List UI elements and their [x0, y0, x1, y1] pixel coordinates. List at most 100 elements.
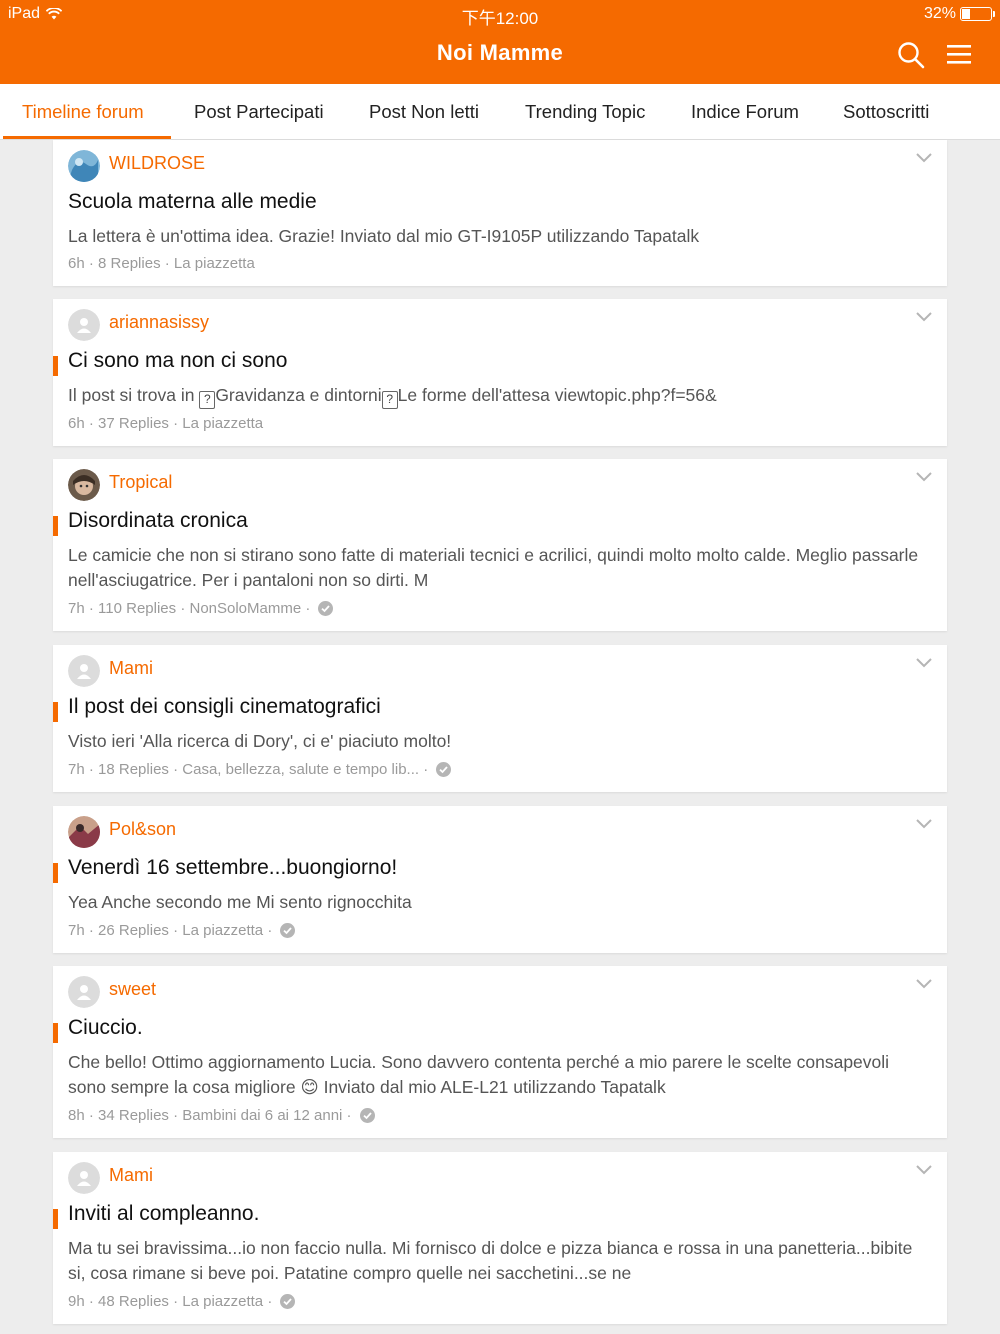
reply-count: 26 Replies — [98, 922, 169, 939]
app-header: iPad 下午12:00 32% Noi Mamme — [0, 0, 1000, 84]
unread-indicator — [53, 356, 58, 376]
tab-sottoscritti[interactable]: Sottoscritti — [843, 84, 929, 140]
post-title[interactable]: Venerdì 16 settembre...buongiorno! — [68, 856, 397, 880]
post-preview: Il post si trova in ? Gravidanza e dintor… — [68, 383, 928, 409]
unread-indicator — [53, 702, 58, 722]
post-preview: Visto ieri 'Alla ricerca di Dory', ci e'… — [68, 731, 452, 751]
status-time: 下午12:00 — [461, 9, 539, 28]
forum-name[interactable]: La piazzetta — [182, 922, 263, 939]
tab-timeline-forum[interactable]: Timeline forum — [22, 84, 144, 140]
post-author[interactable]: sweet — [109, 979, 156, 1000]
post-meta: 9h · 48 Replies · La piazzetta · — [68, 1293, 296, 1310]
post-author[interactable]: Tropical — [109, 472, 172, 493]
chevron-down-icon[interactable] — [915, 978, 933, 990]
reply-count: 37 Replies — [98, 415, 169, 432]
post-preview: La lettera è un'ottima idea. Grazie! Inv… — [68, 226, 700, 246]
post-card[interactable]: Mami Inviti al compleanno. Ma tu sei bra… — [53, 1152, 947, 1324]
smile-emoji-icon: 😊 — [300, 1077, 319, 1097]
post-meta: 7h · 110 Replies · NonSoloMamme · — [68, 600, 334, 617]
chevron-down-icon[interactable] — [915, 471, 933, 483]
chevron-down-icon[interactable] — [915, 657, 933, 669]
chevron-down-icon[interactable] — [915, 311, 933, 323]
forum-name[interactable]: Casa, bellezza, salute e tempo lib... — [182, 761, 419, 778]
unread-indicator — [53, 516, 58, 536]
forum-name[interactable]: La piazzetta — [182, 1293, 263, 1310]
tab-post-non-letti[interactable]: Post Non letti — [369, 84, 479, 140]
post-time: 9h — [68, 1293, 85, 1310]
post-author[interactable]: Pol&son — [109, 819, 176, 840]
checkmark-icon — [318, 601, 334, 616]
tab-indice-forum[interactable]: Indice Forum — [691, 84, 799, 140]
post-time: 6h — [68, 255, 85, 272]
post-meta: 7h · 18 Replies · Casa, bellezza, salute… — [68, 761, 452, 778]
post-author[interactable]: Mami — [109, 658, 153, 679]
post-author[interactable]: WILDROSE — [109, 153, 205, 174]
checkmark-icon — [359, 1108, 375, 1123]
post-title[interactable]: Inviti al compleanno. — [68, 1202, 259, 1226]
active-tab-indicator — [3, 136, 171, 139]
chevron-down-icon[interactable] — [915, 1164, 933, 1176]
post-time: 7h — [68, 600, 85, 617]
avatar-placeholder[interactable] — [68, 1162, 100, 1194]
search-icon[interactable] — [896, 40, 926, 70]
post-time: 6h — [68, 415, 85, 432]
post-meta: 6h · 8 Replies · La piazzetta — [68, 255, 255, 272]
checkmark-icon — [436, 762, 452, 777]
avatar-placeholder[interactable] — [68, 309, 100, 341]
forum-name[interactable]: La piazzetta — [182, 415, 263, 432]
post-preview: Yea Anche secondo me Mi sento rignocchit… — [68, 892, 412, 912]
reply-count: 8 Replies — [98, 255, 161, 272]
post-preview: Le camicie che non si stirano sono fatte… — [68, 545, 919, 590]
post-card[interactable]: Mami Il post dei consigli cinematografic… — [53, 645, 947, 792]
post-title[interactable]: Ciuccio. — [68, 1016, 143, 1040]
post-title[interactable]: Il post dei consigli cinematografici — [68, 695, 381, 719]
post-meta: 8h · 34 Replies · Bambini dai 6 ai 12 an… — [68, 1107, 375, 1124]
post-title[interactable]: Disordinata cronica — [68, 509, 248, 533]
post-card[interactable]: sweet Ciuccio. Che bello! Ottimo aggiorn… — [53, 966, 947, 1138]
avatar[interactable] — [68, 469, 100, 501]
avatar[interactable] — [68, 816, 100, 848]
tab-bar: Timeline forum Post Partecipati Post Non… — [0, 84, 1000, 140]
reply-count: 18 Replies — [98, 761, 169, 778]
post-card[interactable]: ariannasissy Ci sono ma non ci sono Il p… — [53, 299, 947, 446]
unread-indicator — [53, 1023, 58, 1043]
reply-count: 110 Replies — [98, 600, 177, 617]
checkmark-icon — [280, 923, 296, 938]
avatar[interactable] — [68, 150, 100, 182]
unread-indicator — [53, 863, 58, 883]
reply-count: 48 Replies — [98, 1293, 169, 1310]
post-card[interactable]: WILDROSE Scuola materna alle medie La le… — [53, 140, 947, 286]
tab-trending-topic[interactable]: Trending Topic — [525, 84, 645, 140]
battery-percent: 32% — [923, 5, 956, 22]
hamburger-menu-icon[interactable] — [944, 42, 974, 68]
app-title: Noi Mamme — [436, 40, 564, 65]
post-preview: Ma tu sei bravissima...io non faccio nul… — [68, 1238, 913, 1283]
post-time: 7h — [68, 761, 85, 778]
post-author[interactable]: Mami — [109, 1165, 153, 1186]
forum-name[interactable]: Bambini dai 6 ai 12 anni — [182, 1107, 342, 1124]
forum-name[interactable]: La piazzetta — [174, 255, 255, 272]
unknown-glyph: ? — [381, 391, 398, 409]
unread-indicator — [53, 1209, 58, 1229]
avatar-placeholder[interactable] — [68, 655, 100, 687]
post-title[interactable]: Ci sono ma non ci sono — [68, 349, 287, 373]
post-author[interactable]: ariannasissy — [109, 312, 209, 333]
post-meta: 6h · 37 Replies · La piazzetta — [68, 415, 264, 432]
post-card[interactable]: Pol&son Venerdì 16 settembre...buongiorn… — [53, 806, 947, 953]
tab-post-partecipati[interactable]: Post Partecipati — [194, 84, 324, 140]
avatar-placeholder[interactable] — [68, 976, 100, 1008]
post-meta: 7h · 26 Replies · La piazzetta · — [68, 922, 296, 939]
reply-count: 34 Replies — [98, 1107, 169, 1124]
unknown-glyph: ? — [199, 391, 216, 409]
status-bar-right: 32% — [923, 5, 995, 23]
post-preview: Che bello! Ottimo aggiornamento Lucia. S… — [68, 1052, 890, 1097]
post-card[interactable]: Tropical Disordinata cronica Le camicie … — [53, 459, 947, 631]
chevron-down-icon[interactable] — [915, 152, 933, 164]
chevron-down-icon[interactable] — [915, 818, 933, 830]
post-title[interactable]: Scuola materna alle medie — [68, 190, 317, 214]
forum-name[interactable]: NonSoloMamme — [189, 600, 301, 617]
post-time: 8h — [68, 1107, 85, 1124]
battery-icon — [960, 7, 995, 21]
post-time: 7h — [68, 922, 85, 939]
checkmark-icon — [280, 1294, 296, 1309]
